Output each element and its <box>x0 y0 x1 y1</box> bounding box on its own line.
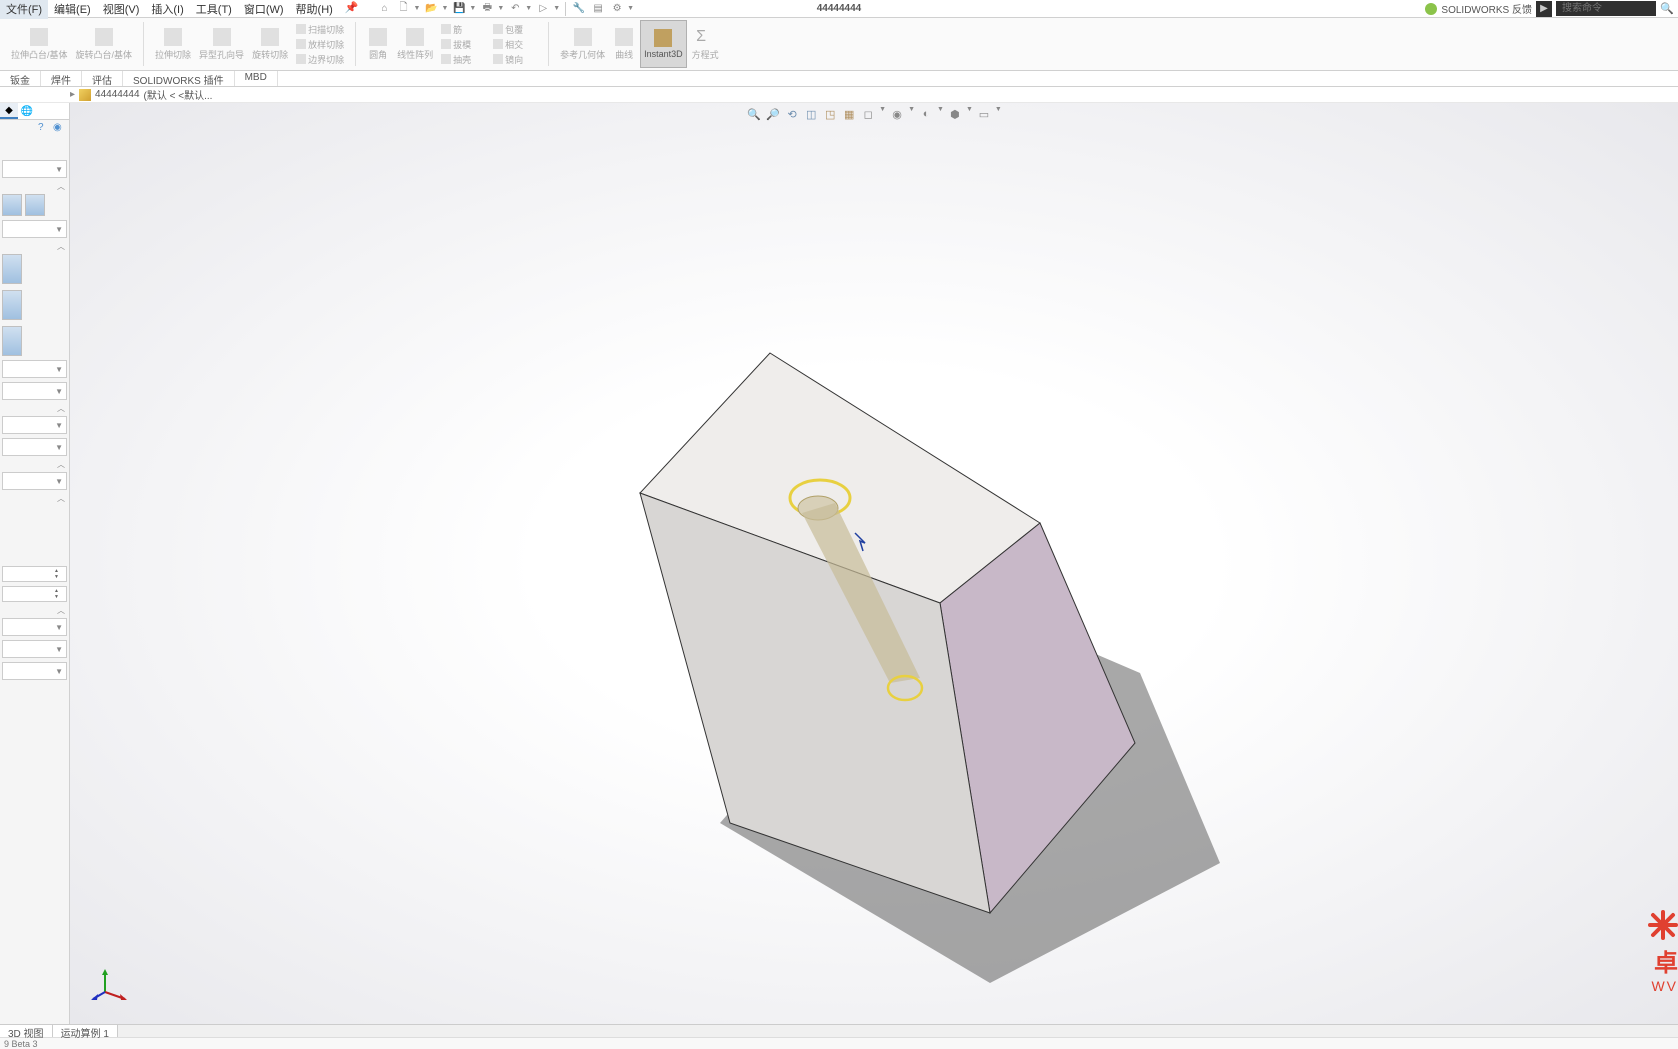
menu-view[interactable]: 视图(V) <box>97 0 146 19</box>
tab-evaluate[interactable]: 评估 <box>82 71 123 86</box>
watermark-text: 卓 <box>1648 943 1678 978</box>
shell-button[interactable]: 抽壳 <box>438 52 488 67</box>
panel-dropdown-2[interactable]: ▼ <box>2 220 67 238</box>
rebuild-icon[interactable]: 🔧 <box>571 1 587 17</box>
breadcrumb-bar: ▸ 44444444 (默认 < <默认... <box>0 87 1678 103</box>
watermark: 卓 WV <box>1648 910 1678 994</box>
panel-dropdown-3[interactable]: ▼ <box>2 360 67 378</box>
loft-cut-button[interactable]: 放样切除 <box>293 37 347 52</box>
section-collapse-5[interactable]: ︿ <box>0 492 69 504</box>
panel-dropdown-4[interactable]: ▼ <box>2 382 67 400</box>
menu-file[interactable]: 文件(F) <box>0 0 48 19</box>
settings-icon[interactable]: ⚙ <box>609 1 625 17</box>
open-icon[interactable]: 📂 <box>423 1 439 17</box>
instant3d-button[interactable]: Instant3D <box>640 20 687 68</box>
pin-panel-icon[interactable]: ◉ <box>53 122 65 134</box>
value-input-1[interactable]: ▲▼ <box>2 566 67 582</box>
equation-button[interactable]: Σ方程式 <box>689 20 722 68</box>
panel-dropdown-10[interactable]: ▼ <box>2 662 67 680</box>
pattern-button[interactable]: 线性阵列 <box>394 20 436 68</box>
value-input-2[interactable]: ▲▼ <box>2 586 67 602</box>
search-toggle-icon[interactable]: ▶ <box>1536 1 1552 17</box>
option-icon-1[interactable] <box>2 194 22 216</box>
options-icon[interactable]: ▤ <box>590 1 606 17</box>
extrude-cut-button[interactable]: 拉伸切除 <box>152 20 194 68</box>
status-text: 9 Beta 3 <box>4 1039 38 1049</box>
panel-dropdown-9[interactable]: ▼ <box>2 640 67 658</box>
option-icon-2[interactable] <box>25 194 45 216</box>
status-bar: 9 Beta 3 <box>0 1037 1678 1049</box>
graphics-viewport[interactable]: 🔍 🔎 ⟲ ◫ ◳ ▦ ◻▼ ◉▼ ◐▼ ⬢▼ ▭▼ <box>70 103 1678 1024</box>
panel-dropdown-6[interactable]: ▼ <box>2 438 67 456</box>
ref-geometry-button[interactable]: 参考几何体 <box>557 20 608 68</box>
intersect-button[interactable]: 相交 <box>490 37 540 52</box>
swept-cut-button[interactable]: 扫描切除 <box>293 22 347 37</box>
property-manager-panel: ◆ 🌐 ? ◉ ▼ ︿ ▼ ︿ ▼ ▼ ︿ ▼ ▼ ︿ ▼ ︿ ▲▼ ▲▼ ︿ <box>0 103 70 1024</box>
section-collapse-2[interactable]: ︿ <box>0 240 69 252</box>
brand-label: SOLIDWORKS 反馈 <box>1441 1 1532 16</box>
menu-bar: 文件(F) 编辑(E) 视图(V) 插入(I) 工具(T) 窗口(W) 帮助(H… <box>0 0 1678 18</box>
menu-window[interactable]: 窗口(W) <box>238 0 290 19</box>
panel-dropdown-7[interactable]: ▼ <box>2 472 67 490</box>
panel-dropdown-1[interactable]: ▼ <box>2 160 67 178</box>
tab-motion-study[interactable]: 运动算例 1 <box>53 1025 118 1037</box>
expand-icon[interactable]: ▸ <box>70 89 75 100</box>
wrap-button[interactable]: 包覆 <box>490 22 540 37</box>
home-icon[interactable]: ⌂ <box>377 1 393 17</box>
watermark-logo-icon <box>1648 910 1678 940</box>
search-icon[interactable]: 🔍 <box>1660 2 1674 16</box>
tab-3dview[interactable]: 3D 视图 <box>0 1025 53 1037</box>
pin-icon[interactable]: 📌 <box>339 0 365 19</box>
3d-model[interactable] <box>70 103 1678 1023</box>
hole-wizard-button[interactable]: 异型孔向导 <box>196 20 247 68</box>
boundary-cut-button[interactable]: 边界切除 <box>293 52 347 67</box>
curves-button[interactable]: 曲线 <box>610 20 638 68</box>
print-icon[interactable]: 🖶 <box>479 1 495 17</box>
bottom-tab-bar: 3D 视图 运动算例 1 <box>0 1024 1678 1037</box>
option-icon-3[interactable] <box>2 254 22 284</box>
ribbon-toolbar: 拉伸凸台/基体 旋转凸台/基体 拉伸切除 异型孔向导 旋转切除 扫描切除 放样切… <box>0 18 1678 71</box>
part-icon <box>79 89 91 101</box>
undo-icon[interactable]: ↶ <box>507 1 523 17</box>
search-input[interactable] <box>1556 1 1656 16</box>
option-icon-4[interactable] <box>2 290 22 320</box>
menu-tools[interactable]: 工具(T) <box>190 0 238 19</box>
section-collapse-3[interactable]: ︿ <box>0 402 69 414</box>
menu-edit[interactable]: 编辑(E) <box>48 0 97 19</box>
tab-sheetmetal[interactable]: 钣金 <box>0 71 41 86</box>
revolve-boss-button[interactable]: 旋转凸台/基体 <box>73 20 136 68</box>
display-tab[interactable]: 🌐 <box>18 103 36 119</box>
quick-access-toolbar: ⌂ 🗋▼ 📂▼ 💾▼ 🖶▼ ↶▼ ▷▼ 🔧 ▤ ⚙▼ <box>377 1 635 17</box>
menu-insert[interactable]: 插入(I) <box>145 0 189 19</box>
draft-button[interactable]: 拔模 <box>438 37 488 52</box>
breadcrumb-config[interactable]: (默认 < <默认... <box>144 87 213 102</box>
fillet-button[interactable]: 圆角 <box>364 20 392 68</box>
command-tab-bar: 钣金 焊件 评估 SOLIDWORKS 插件 MBD <box>0 71 1678 87</box>
tab-plugins[interactable]: SOLIDWORKS 插件 <box>123 71 235 86</box>
save-icon[interactable]: 💾 <box>451 1 467 17</box>
feature-tree-tab[interactable]: ◆ <box>0 103 18 119</box>
orientation-triad[interactable] <box>90 964 130 1004</box>
document-title: 44444444 <box>817 3 862 14</box>
panel-dropdown-5[interactable]: ▼ <box>2 416 67 434</box>
help-icon[interactable]: ? <box>38 122 50 134</box>
breadcrumb-name[interactable]: 44444444 <box>95 89 140 100</box>
feedback-icon[interactable] <box>1425 3 1437 15</box>
revolve-cut-button[interactable]: 旋转切除 <box>249 20 291 68</box>
select-icon[interactable]: ▷ <box>535 1 551 17</box>
section-collapse-1[interactable]: ︿ <box>0 180 69 192</box>
mirror-button[interactable]: 镜向 <box>490 52 540 67</box>
tab-weldment[interactable]: 焊件 <box>41 71 82 86</box>
section-collapse-4[interactable]: ︿ <box>0 458 69 470</box>
menu-help[interactable]: 帮助(H) <box>290 0 339 19</box>
section-collapse-6[interactable]: ︿ <box>0 604 69 616</box>
option-icon-5[interactable] <box>2 326 22 356</box>
rib-button[interactable]: 筋 <box>438 22 488 37</box>
tab-mbd[interactable]: MBD <box>235 71 278 86</box>
panel-dropdown-8[interactable]: ▼ <box>2 618 67 636</box>
extrude-boss-button[interactable]: 拉伸凸台/基体 <box>8 20 71 68</box>
new-icon[interactable]: 🗋 <box>396 1 412 17</box>
watermark-sub: WV <box>1648 978 1678 994</box>
